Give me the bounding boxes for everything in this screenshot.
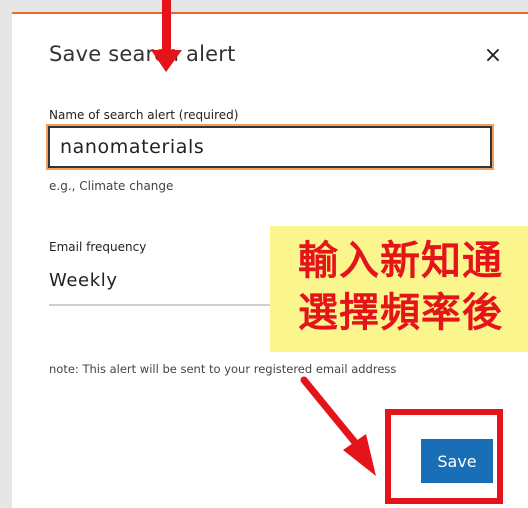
arrow-diagonal-icon [300,376,376,476]
annotation-arrows [151,0,376,476]
arrow-down-icon [151,0,182,72]
page: Save search alert × Name of search alert… [0,0,528,508]
